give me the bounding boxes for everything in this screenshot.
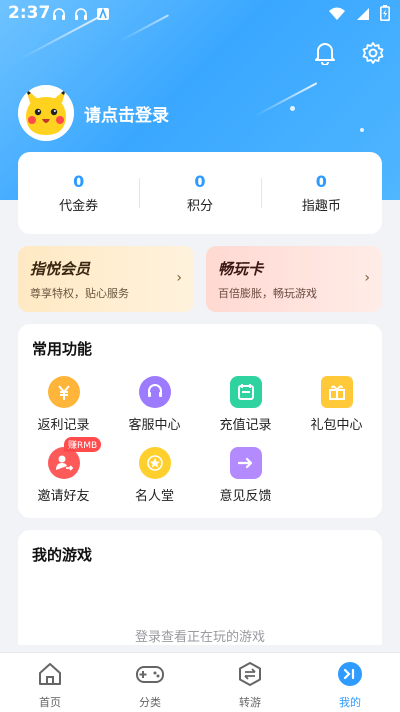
function-feedback[interactable]: 意见反馈: [200, 447, 291, 504]
tab-label: 分类: [139, 696, 161, 709]
earn-badge: 赚RMB: [64, 437, 102, 452]
home-icon: [37, 661, 63, 691]
wifi-icon: [328, 6, 346, 25]
tab-label: 我的: [339, 696, 361, 709]
stat-points[interactable]: 0 积分: [139, 172, 260, 214]
stat-label: 代金券: [59, 199, 99, 214]
customer-service-icon: [138, 376, 171, 408]
function-hall-of-fame[interactable]: 名人堂: [109, 447, 200, 504]
status-notification-icons: [52, 6, 110, 20]
decorative-streak: [254, 82, 318, 117]
battery-icon: [380, 5, 390, 25]
promo-subtitle: 百倍膨胀，畅玩游戏: [218, 287, 317, 300]
profile-icon: [337, 661, 363, 691]
function-label: 礼包中心: [310, 418, 363, 433]
my-games-card: 我的游戏 登录查看正在玩的游戏: [18, 530, 382, 645]
section-title: 常用功能: [32, 340, 93, 358]
gamepad-icon: [135, 661, 165, 691]
tab-home[interactable]: 首页: [0, 653, 100, 712]
function-label: 充值记录: [219, 418, 272, 433]
signal-icon: [356, 6, 370, 25]
status-system-icons: [328, 5, 390, 25]
promo-title: 畅玩卡: [218, 260, 264, 278]
status-bar: 2:37: [0, 0, 400, 28]
profile-section: 请点击登录: [18, 85, 169, 141]
chevron-right-icon: ›: [176, 270, 182, 286]
function-gift-center[interactable]: 礼包中心: [291, 376, 382, 433]
recharge-icon: [229, 376, 262, 408]
stat-value: 0: [315, 172, 327, 191]
function-label: 邀请好友: [37, 489, 90, 504]
function-recharge-records[interactable]: 充值记录: [200, 376, 291, 433]
tab-mine[interactable]: 我的: [300, 653, 400, 712]
notification-bell-icon[interactable]: [312, 40, 338, 66]
games-empty-state[interactable]: 登录查看正在玩的游戏: [18, 626, 382, 645]
function-label: 返利记录: [37, 418, 90, 433]
tab-categories[interactable]: 分类: [100, 653, 200, 712]
play-card-promo[interactable]: 畅玩卡 百倍膨胀，畅玩游戏 ›: [206, 246, 382, 312]
bottom-tab-bar: 首页 分类 转游 我的: [0, 652, 400, 712]
chevron-right-icon: ›: [364, 270, 370, 286]
tab-label: 转游: [239, 696, 261, 709]
avatar[interactable]: [18, 85, 74, 141]
app-notification-icon: [96, 6, 110, 20]
login-prompt-link[interactable]: 请点击登录: [84, 101, 169, 126]
header-actions: [312, 40, 386, 66]
stat-value: 0: [194, 172, 206, 191]
decorative-sparkle: [360, 128, 364, 132]
function-grid: 返利记录 客服中心 充值记录 礼包中心 赚RMB 邀请好友 名人堂 意见反馈: [18, 376, 382, 504]
tab-transfer[interactable]: 转游: [200, 653, 300, 712]
common-functions-card: 常用功能 返利记录 客服中心 充值记录 礼包中心 赚RMB 邀请好友 名人堂 意…: [18, 324, 382, 518]
headset-icon: [52, 6, 66, 20]
function-rebate-records[interactable]: 返利记录: [18, 376, 109, 433]
stat-label: 积分: [186, 199, 213, 214]
settings-gear-icon[interactable]: [360, 40, 386, 66]
stat-value: 0: [73, 172, 85, 191]
rebate-icon: [47, 376, 80, 408]
promo-subtitle: 尊享特权，贴心服务: [30, 287, 129, 300]
status-time: 2:37: [8, 3, 51, 23]
section-title: 我的游戏: [32, 546, 93, 564]
feedback-icon: [229, 447, 262, 479]
gift-icon: [320, 376, 353, 408]
stat-label: 指趣币: [301, 199, 341, 214]
function-label: 客服中心: [128, 418, 181, 433]
stat-coins[interactable]: 0 指趣币: [260, 172, 382, 214]
function-customer-service[interactable]: 客服中心: [109, 376, 200, 433]
account-stats-card: 0 代金券 0 积分 0 指趣币: [18, 152, 382, 234]
function-label: 意见反馈: [219, 489, 272, 504]
stat-voucher[interactable]: 0 代金券: [18, 172, 139, 214]
hall-of-fame-icon: [138, 447, 171, 479]
vip-membership-card[interactable]: 指悦会员 尊享特权，贴心服务 ›: [18, 246, 194, 312]
function-invite-friends[interactable]: 赚RMB 邀请好友: [18, 437, 109, 504]
decorative-sparkle: [290, 106, 295, 111]
tab-label: 首页: [39, 696, 61, 709]
transfer-icon: [237, 661, 263, 691]
promo-title: 指悦会员: [30, 260, 91, 278]
function-label: 名人堂: [134, 489, 174, 504]
headset-icon: [74, 6, 88, 20]
